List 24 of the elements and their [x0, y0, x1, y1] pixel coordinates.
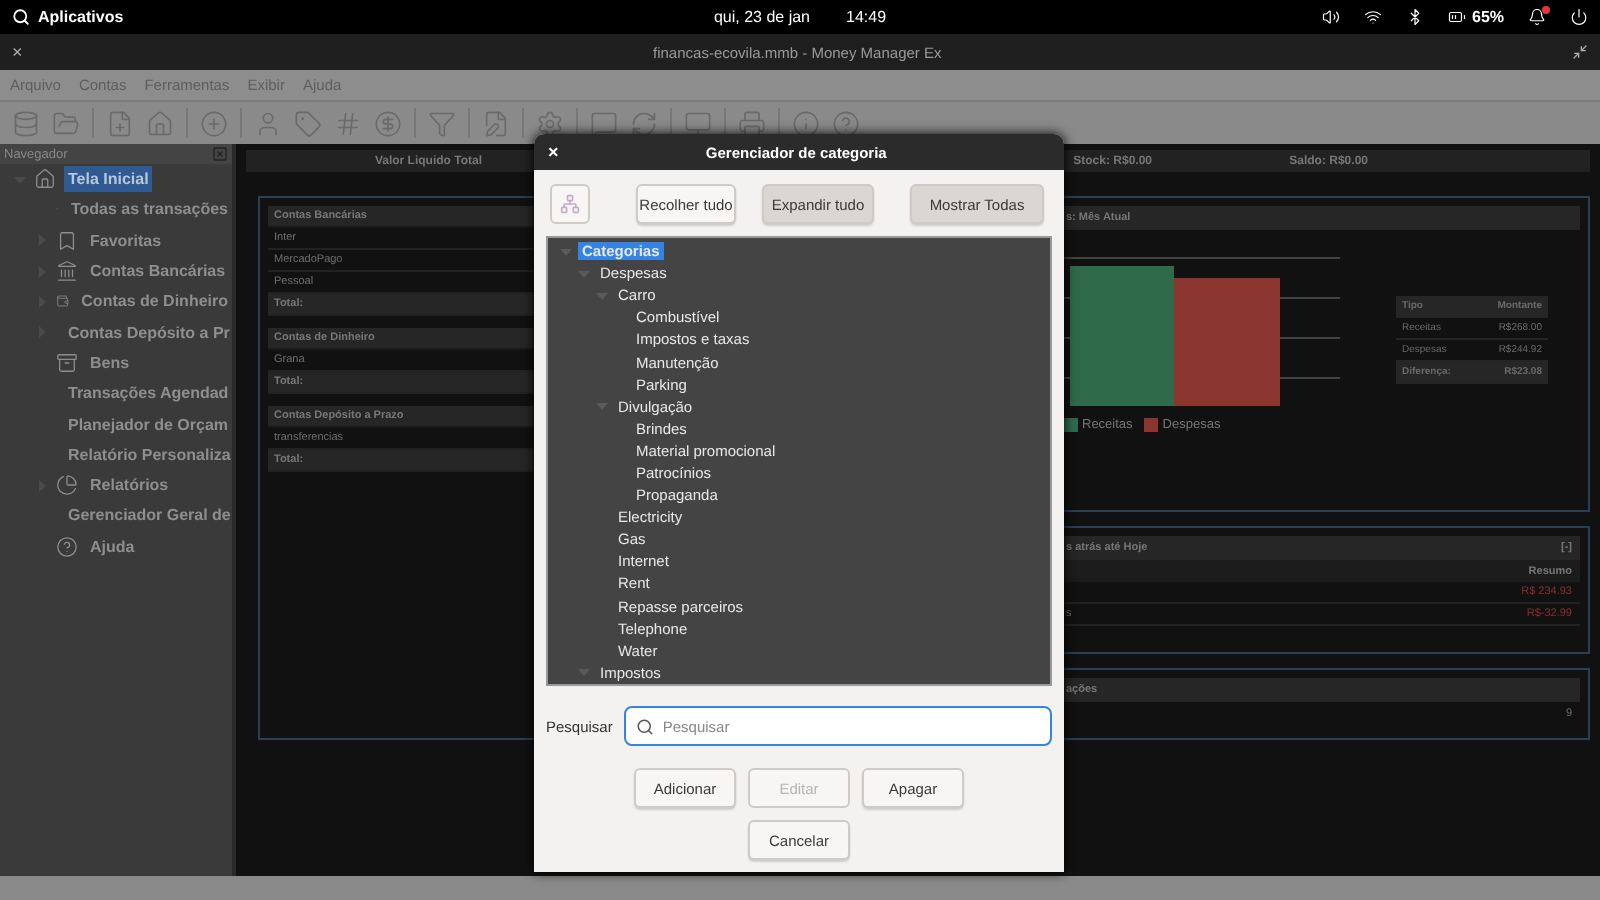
search-icon [636, 717, 655, 735]
notification-icon[interactable] [1528, 8, 1547, 26]
date-label[interactable]: qui, 23 de jan [713, 8, 811, 26]
close-button[interactable]: × [548, 142, 559, 162]
nav-item[interactable]: Tela Inicial [64, 166, 153, 193]
apps-label[interactable]: Aplicativos [38, 8, 124, 26]
search-icon[interactable] [12, 8, 30, 26]
close-icon[interactable] [212, 146, 228, 162]
toolbar-icon[interactable] [792, 109, 820, 137]
battery-percentage: 65% [1472, 8, 1505, 26]
close-button[interactable]: × [12, 42, 23, 62]
volume-icon[interactable] [1322, 8, 1340, 26]
power-icon[interactable] [1570, 8, 1589, 26]
time-label[interactable]: 14:49 [846, 8, 887, 26]
home-icon [34, 168, 56, 191]
restore-icon[interactable] [1572, 44, 1588, 60]
toolbar-icon[interactable] [832, 109, 860, 137]
hierarchy-icon [560, 194, 580, 214]
toolbar-icon[interactable] [590, 109, 618, 137]
battery-icon[interactable] [1448, 8, 1466, 26]
toolbar-icon[interactable] [536, 109, 564, 137]
bluetooth-icon[interactable] [1406, 8, 1424, 26]
wifi-icon[interactable] [1364, 8, 1382, 26]
toolbar-icon[interactable] [738, 109, 766, 137]
